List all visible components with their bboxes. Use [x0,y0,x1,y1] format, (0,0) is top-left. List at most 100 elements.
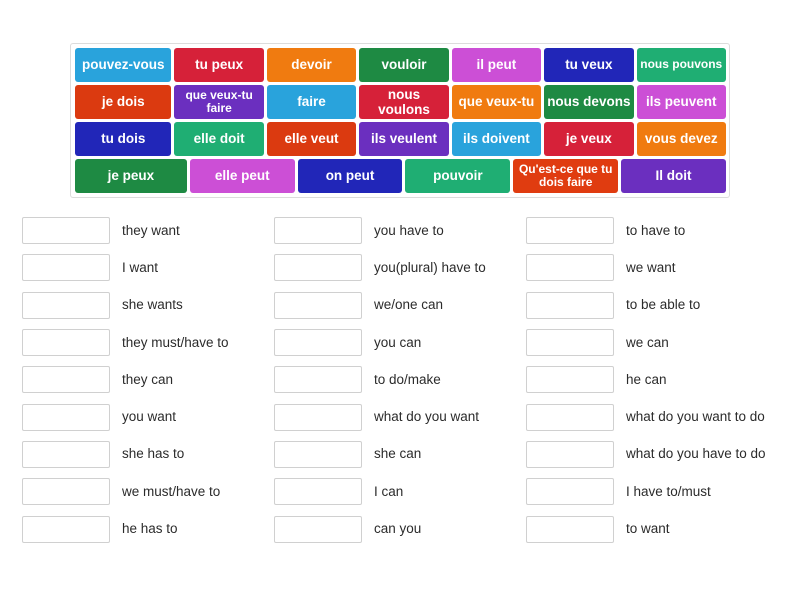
answer-label: you can [373,334,422,350]
word-tile[interactable]: faire [266,85,357,119]
answer-row: she can [273,436,514,473]
tile-row: je dois que veux-tu faire faire nous voulon… [75,85,726,119]
answer-row: they can [22,361,262,398]
answer-row: you can [273,324,514,361]
drop-zone[interactable] [273,515,362,543]
answer-row: what do you have to do [525,436,766,473]
word-tile[interactable]: nous voulons [359,85,449,119]
word-tile[interactable]: je dois [75,85,172,119]
drop-zone[interactable] [22,478,110,506]
answer-label: what do you want to do [625,409,765,425]
answer-row: to be able to [525,287,766,324]
word-tile[interactable]: je peux [75,159,187,193]
drop-zone[interactable] [22,291,110,319]
answer-column: you have to you(plural) have to we/one can… [273,212,526,548]
drop-zone[interactable] [22,254,110,282]
answer-label: he can [625,371,667,387]
answer-label: to be able to [625,297,701,313]
drop-zone[interactable] [22,403,110,431]
word-tile[interactable]: vouloir [359,48,449,82]
word-tile[interactable]: elle veut [266,122,357,156]
word-tile[interactable]: Qu'est-ce que tu dois faire [513,159,619,193]
tile-row: je peux elle peut on peut pouvoir Qu'est-ce … [75,159,726,193]
word-tile[interactable]: que veux-tu faire [174,85,264,119]
answer-column: they want I want she wants they must/have t… [22,212,274,548]
answer-row: they must/have to [22,324,262,361]
answer-row: I have to/must [525,473,766,510]
drop-zone[interactable] [525,515,614,543]
drop-zone[interactable] [22,366,110,394]
answer-row: to want [525,510,766,547]
word-tile[interactable]: tu veux [544,48,634,82]
answer-row: I can [273,473,514,510]
answer-row: what do you want [273,398,514,435]
drop-zone[interactable] [273,440,362,468]
drop-zone[interactable] [22,329,110,357]
drop-zone[interactable] [273,329,362,357]
answer-label: what do you want [373,409,480,425]
word-tile[interactable]: tu peux [174,48,264,82]
word-tile[interactable]: pouvez-vous [75,48,172,82]
answer-label: I want [122,259,159,275]
word-tile[interactable]: vous devez [636,122,726,156]
drop-zone[interactable] [525,254,614,282]
drop-zone[interactable] [273,254,362,282]
word-tile[interactable]: Il doit [621,159,726,193]
drop-zone[interactable] [273,217,362,245]
answer-label: you have to [373,222,444,238]
answer-row: she has to [22,436,262,473]
answer-column: to have to we want to be able to we can he c… [525,212,778,548]
word-tile[interactable]: ils doivent [451,122,542,156]
answer-row: to have to [525,212,766,249]
tile-row: pouvez-vous tu peux devoir vouloir il peut tu… [75,48,726,82]
tile-row: tu dois elle doit elle veut ils veulent ils … [75,122,726,156]
answer-label: to do/make [373,371,441,387]
word-tile[interactable]: tu dois [75,122,172,156]
drop-zone[interactable] [22,515,110,543]
answer-label: they must/have to [122,334,229,350]
answer-label: she wants [122,297,183,313]
answer-label: she can [373,446,422,462]
word-tile[interactable]: elle peut [189,159,295,193]
word-tile[interactable]: nous pouvons [636,48,726,82]
answer-label: we want [625,259,676,275]
drop-zone[interactable] [525,478,614,506]
drop-zone[interactable] [525,366,614,394]
answer-row: we can [525,324,766,361]
answer-row: she wants [22,287,262,324]
drop-zone[interactable] [22,217,110,245]
answer-label: can you [373,521,422,537]
answer-label: we must/have to [122,483,221,499]
answer-label: I can [373,483,404,499]
word-tile[interactable]: que veux-tu [451,85,542,119]
word-tile[interactable]: nous devons [544,85,634,119]
answer-row: you have to [273,212,514,249]
drop-zone[interactable] [273,478,362,506]
drop-zone[interactable] [273,366,362,394]
drop-zone[interactable] [273,291,362,319]
answer-label: you(plural) have to [373,259,486,275]
word-tile[interactable]: ils veulent [359,122,449,156]
answer-row: to do/make [273,361,514,398]
drop-zone[interactable] [273,403,362,431]
answer-row: we want [525,249,766,286]
tile-bank: pouvez-vous tu peux devoir vouloir il peut tu… [70,43,730,198]
word-tile[interactable]: on peut [297,159,403,193]
answer-label: he has to [122,521,178,537]
word-tile[interactable]: ils peuvent [636,85,726,119]
drop-zone[interactable] [525,403,614,431]
drop-zone[interactable] [22,440,110,468]
answer-row: can you [273,510,514,547]
drop-zone[interactable] [525,217,614,245]
word-tile[interactable]: je veux [544,122,634,156]
word-tile[interactable]: il peut [451,48,542,82]
answer-label: to want [625,521,670,537]
answer-row: we must/have to [22,473,262,510]
drop-zone[interactable] [525,291,614,319]
word-tile[interactable]: devoir [266,48,357,82]
drop-zone[interactable] [525,440,614,468]
word-tile[interactable]: pouvoir [405,159,511,193]
word-tile[interactable]: elle doit [174,122,264,156]
drop-zone[interactable] [525,329,614,357]
answer-row: they want [22,212,262,249]
